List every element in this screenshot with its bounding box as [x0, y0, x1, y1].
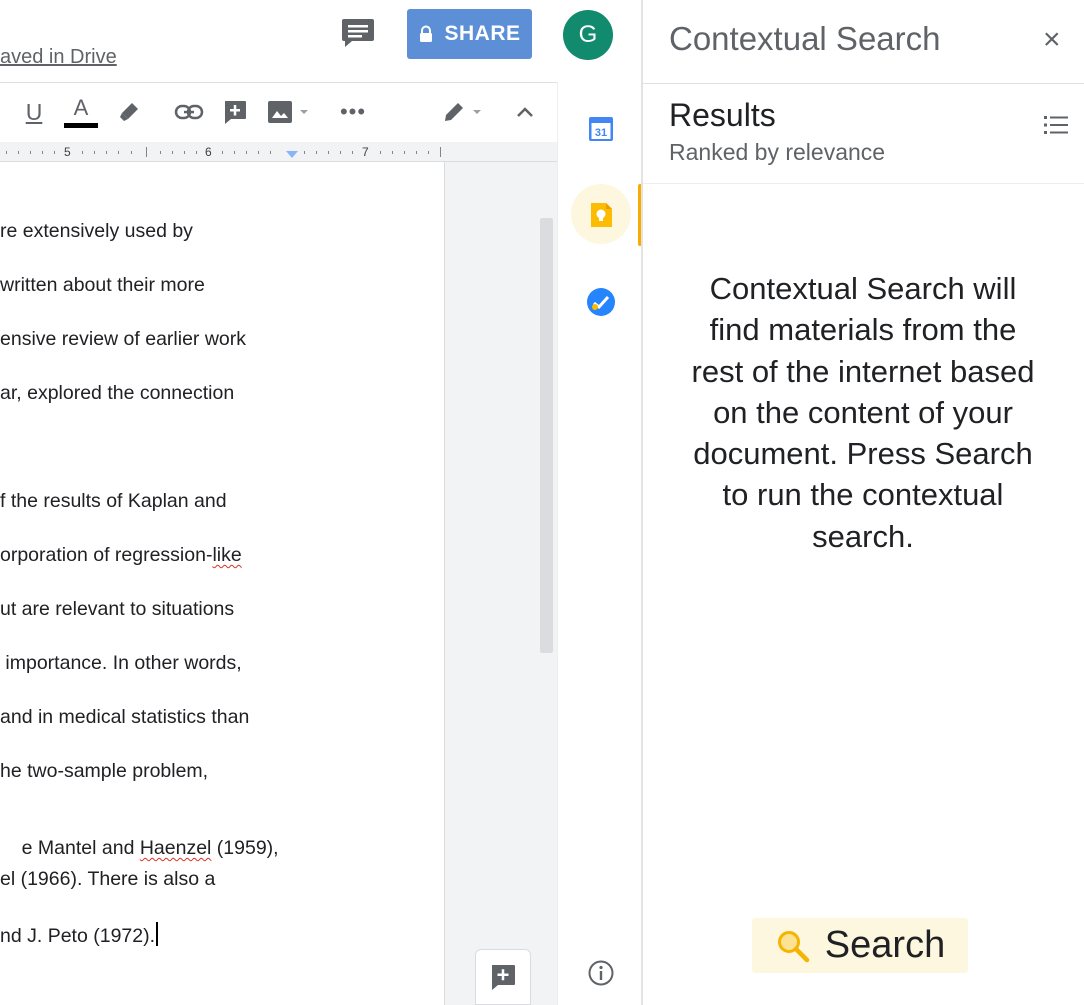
document-line: ut are relevant to situations	[0, 598, 235, 620]
document-line: he two-sample problem,	[0, 760, 209, 782]
add-comment-floating-button[interactable]	[475, 949, 531, 1005]
text-color-button[interactable]: A	[62, 95, 100, 129]
editing-mode-button[interactable]	[436, 95, 488, 129]
results-list-view-button[interactable]	[1042, 113, 1070, 142]
document-text: orporation of regression-	[0, 544, 213, 566]
highlight-color-button[interactable]	[114, 95, 144, 129]
document-line: ar, explored the connection	[0, 382, 235, 404]
document-line: importance. In other words,	[0, 652, 242, 674]
saved-in-drive-link[interactable]: aved in Drive	[0, 46, 117, 69]
comment-history-button[interactable]	[340, 16, 380, 52]
search-icon	[777, 930, 810, 962]
ruler-mark-7: 7	[362, 145, 369, 159]
ruler-mark-6: 6	[205, 145, 212, 159]
keep-icon	[591, 203, 612, 227]
underline-icon: U	[25, 98, 43, 125]
tasks-addon-button[interactable]	[585, 286, 617, 323]
formatting-toolbar: U A •••	[0, 82, 557, 142]
highlighter-icon	[120, 103, 138, 121]
ruler[interactable]: 5 6 7	[0, 142, 557, 162]
comment-icon	[342, 19, 374, 47]
ruler-mark-5: 5	[64, 145, 71, 159]
results-subtitle: Ranked by relevance	[669, 139, 886, 165]
info-icon	[588, 960, 614, 986]
underline-button[interactable]: U	[20, 95, 48, 129]
dropdown-arrow-icon	[300, 110, 308, 114]
document-line: nd J. Peto (1972).	[0, 922, 159, 948]
keep-icon-wrapper	[588, 201, 614, 234]
text-color-icon: A	[64, 96, 98, 128]
panel-title: Contextual Search	[669, 20, 941, 57]
results-header-divider	[643, 183, 1084, 184]
document-line: re extensively used by	[0, 220, 193, 242]
document-line: ensive review of earlier work	[0, 328, 247, 350]
close-icon[interactable]: ×	[1043, 25, 1061, 55]
text-cursor	[156, 922, 159, 946]
add-comment-toolbar-button[interactable]	[220, 95, 250, 129]
add-comment-icon	[225, 101, 246, 124]
more-horizontal-icon: •••	[339, 99, 367, 124]
document-line: written about their more	[0, 274, 205, 296]
calendar-day: 31	[595, 127, 607, 139]
link-icon	[174, 104, 204, 120]
image-icon	[268, 101, 292, 123]
tasks-icon	[587, 288, 615, 316]
panel-divider	[641, 0, 643, 1005]
insert-link-button[interactable]	[172, 95, 206, 129]
lock-icon	[420, 25, 433, 42]
add-comment-icon	[492, 965, 515, 990]
get-addons-info-button[interactable]	[587, 959, 615, 992]
document-text: e Mantel and	[21, 837, 140, 859]
more-options-button[interactable]: •••	[338, 95, 368, 129]
search-button[interactable]: Search	[752, 918, 968, 973]
search-button-label: Search	[824, 924, 946, 966]
document-line: el (1966). There is also a	[0, 868, 216, 890]
calendar-icon: 31	[589, 117, 613, 141]
list-icon	[1044, 116, 1068, 134]
spelling-error[interactable]: Haenzel	[140, 837, 212, 859]
calendar-addon-button[interactable]: 31	[587, 115, 615, 148]
share-label: SHARE	[444, 22, 521, 45]
account-avatar[interactable]: G	[563, 10, 613, 60]
dropdown-arrow-icon	[473, 110, 481, 114]
panel-header-divider	[643, 83, 1084, 84]
document-text: nd J. Peto (1972).	[0, 925, 156, 947]
document-text: (1959),	[211, 837, 279, 859]
document-line: and in medical statistics than	[0, 706, 250, 728]
chevron-up-icon	[517, 107, 533, 117]
ruler-ticks: 5 6 7	[6, 145, 441, 159]
document-scrollbar[interactable]	[540, 218, 553, 653]
share-button[interactable]: SHARE	[407, 9, 532, 59]
spelling-error[interactable]: like	[212, 544, 241, 566]
results-heading: Results	[669, 97, 776, 133]
document-line: f the results of Kaplan and	[0, 490, 227, 512]
empty-state-message: Contextual Search will find materials fr…	[691, 271, 1035, 554]
insert-image-button[interactable]	[262, 95, 314, 129]
right-indent-marker[interactable]	[286, 151, 298, 158]
document-line: orporation of regression-like	[0, 544, 242, 567]
hide-menus-button[interactable]	[510, 95, 540, 129]
document-page[interactable]: re extensively used by written about the…	[0, 162, 445, 1005]
pencil-icon	[445, 103, 463, 121]
